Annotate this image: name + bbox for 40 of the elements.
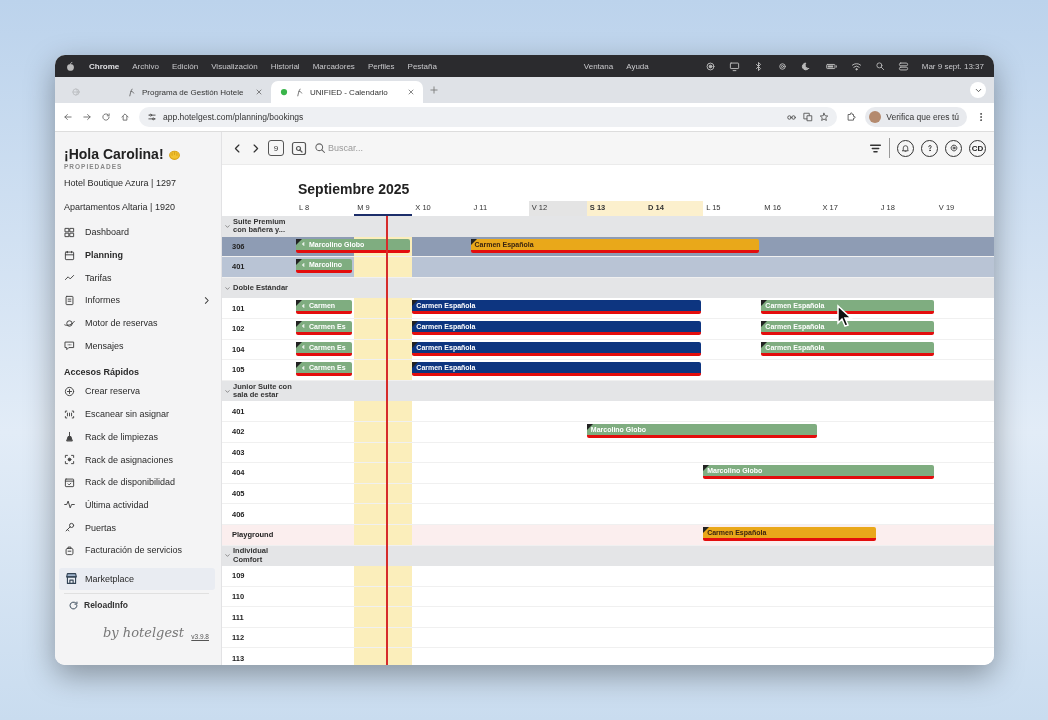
today-button[interactable]: 9 [268, 140, 284, 156]
nav-item[interactable]: Rack de disponibilidad [55, 470, 221, 494]
menu-item[interactable]: Visualización [211, 61, 258, 71]
section-title: Accesos Rápidos [63, 366, 141, 380]
nav-item[interactable]: Rack de limpiezas [55, 425, 221, 449]
marketplace-button[interactable]: Marketplace [59, 567, 215, 590]
menu-item[interactable]: Ayuda [626, 61, 649, 71]
nav-item[interactable]: Dashboard [55, 221, 221, 244]
nav-item[interactable]: Planning [55, 243, 221, 267]
menu-item[interactable]: Perfiles [367, 61, 395, 71]
browser-tab[interactable]: UNIFIED - Calendario [271, 81, 423, 103]
nav-item[interactable]: Tarifas [55, 266, 221, 290]
nav-item[interactable]: Crear reserva [55, 380, 221, 403]
url-text: app.hotelgest.com/planning/bookings [163, 112, 305, 122]
menu-item[interactable]: Pestaña [407, 61, 437, 71]
menu-item[interactable]: Edición [171, 61, 199, 71]
profile-chip[interactable]: Verifica que eres tú [865, 107, 967, 127]
greeting-title: ¡Hola Carolina! [64, 146, 164, 162]
nav-item[interactable]: Facturación de servicios [55, 538, 221, 562]
menu-item[interactable]: Chrome [89, 61, 120, 71]
nav-item[interactable]: Informes [55, 289, 221, 312]
property-item[interactable]: Apartamentos Altaria | 1920 [55, 195, 221, 218]
browser-tab[interactable]: Programa de Gestión Hotele [119, 81, 271, 103]
nav-item[interactable]: Escanear sin asignar [55, 402, 221, 426]
month-title: Septiembre 2025 [297, 181, 411, 199]
nav-item[interactable]: Puertas [55, 516, 221, 539]
search-field[interactable]: Buscar... [328, 143, 448, 153]
reload-button[interactable]: ReloadInfo [64, 592, 209, 611]
menu-item[interactable]: Archivo [132, 61, 159, 71]
menu-item[interactable]: Ventana [583, 61, 614, 71]
nav-item[interactable]: Motor de reservas [55, 311, 221, 335]
menu-item[interactable]: Historial [270, 61, 300, 71]
nav-item[interactable]: Última actividad [55, 493, 221, 517]
menu-clock: Mar 9 sept. 13:37 [921, 61, 984, 71]
nav-item[interactable]: Mensajes [55, 334, 221, 358]
address-field[interactable]: app.hotelgest.com/planning/bookings [139, 107, 838, 127]
nav-item[interactable]: Rack de asignaciones [55, 448, 221, 471]
brand-signature: by hotelgest [103, 624, 184, 640]
property-item[interactable]: Hotel Boutique Azura | 1297 [55, 171, 221, 194]
menu-item[interactable]: Marcadores [312, 61, 355, 71]
